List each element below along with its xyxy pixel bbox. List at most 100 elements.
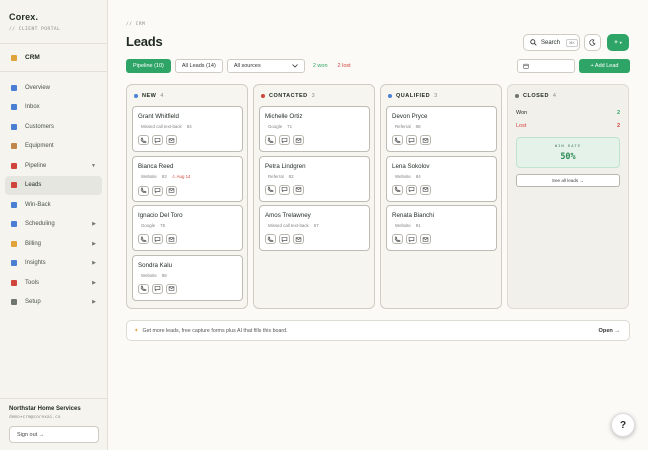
lead-source: Missed call text-back — [141, 124, 182, 129]
call-button[interactable] — [138, 185, 149, 196]
sidebar-item-label: Pipeline — [25, 162, 47, 169]
lead-meta: Referral 88 — [392, 124, 491, 129]
email-button[interactable] — [166, 234, 177, 244]
text-button[interactable] — [406, 184, 417, 195]
source-select[interactable]: All sources — [226, 59, 305, 73]
email-button[interactable] — [420, 184, 431, 195]
call-button[interactable] — [265, 234, 276, 244]
call-button[interactable] — [138, 234, 149, 244]
theme-toggle-button[interactable] — [584, 34, 601, 51]
help-button[interactable]: ? — [611, 413, 635, 437]
text-button[interactable] — [406, 234, 417, 244]
refresh-icon — [11, 201, 17, 208]
pipeline-board: NEW 4 Grant Whitfield Missed call text-back… — [126, 84, 629, 309]
text-button[interactable] — [152, 283, 163, 294]
phone-icon — [140, 236, 147, 242]
email-button[interactable] — [293, 135, 304, 145]
text-button[interactable] — [152, 135, 163, 145]
chat-icon — [281, 236, 288, 242]
sidebar-item-win-back[interactable]: Win-Back — [0, 195, 102, 215]
text-button[interactable] — [152, 234, 163, 244]
column-count: 3 — [311, 93, 316, 99]
quick-add-button[interactable]: + ▾ — [607, 34, 629, 51]
call-button[interactable] — [265, 135, 276, 145]
email-button[interactable] — [293, 184, 304, 195]
email-button[interactable] — [420, 135, 431, 145]
text-button[interactable] — [279, 234, 290, 244]
sidebar-item-insights[interactable]: Insights ▶ — [0, 254, 102, 274]
chevron-right-icon: ▶ — [92, 221, 96, 228]
lead-card[interactable]: Amos Trelawney Missed call text-back 67 — [259, 205, 370, 251]
lost-row[interactable]: Lost 2 — [513, 119, 623, 132]
lead-meta: Website 84 — [392, 174, 491, 179]
lead-meta: Google 71 — [265, 124, 364, 129]
text-button[interactable] — [279, 184, 290, 195]
lead-card[interactable]: Devon Pryce Referral 88 — [386, 106, 497, 152]
email-button[interactable] — [166, 283, 177, 294]
tab-pipeline[interactable]: Pipeline (10) — [126, 59, 171, 73]
lead-score: 67 — [313, 223, 319, 228]
call-button[interactable] — [392, 135, 403, 145]
sign-out-button[interactable]: Sign out → — [9, 426, 99, 443]
call-button[interactable] — [138, 135, 149, 145]
email-button[interactable] — [166, 185, 177, 196]
lead-card[interactable]: Lena Sokolov Website 84 — [386, 155, 497, 202]
column-count: 3 — [434, 93, 438, 99]
email-button[interactable] — [293, 234, 304, 244]
banner-open-link[interactable]: Open → — [599, 328, 620, 334]
email-button[interactable] — [166, 135, 177, 145]
text-button[interactable] — [406, 135, 417, 145]
sidebar-item-customers[interactable]: Customers — [0, 117, 102, 137]
tab-all-leads[interactable]: All Leads (14) — [174, 59, 223, 73]
call-button[interactable] — [265, 184, 276, 195]
lead-card[interactable]: Bianca Reed Website 93 ⚠ Aug 14 — [132, 155, 243, 202]
phone-icon — [140, 187, 147, 193]
date-picker[interactable] — [517, 59, 575, 73]
call-button[interactable] — [138, 283, 149, 294]
org-name: Northstar Home Services — [9, 406, 81, 412]
crm-section-header[interactable]: CRM — [0, 44, 107, 72]
text-button[interactable] — [152, 185, 163, 196]
lead-card[interactable]: Sondra Kalu Website 98 — [132, 254, 243, 301]
lead-source: Website — [141, 272, 157, 278]
sidebar-item-setup[interactable]: Setup ▶ — [0, 293, 102, 313]
target-icon — [11, 182, 17, 189]
banner-text: Get more leads, free capture forms plus … — [142, 327, 288, 334]
wrench-icon — [11, 143, 17, 150]
sidebar-item-label: Tools — [25, 279, 40, 286]
column-count: 4 — [552, 93, 557, 99]
lead-card[interactable]: Michelle Ortiz Google 71 — [259, 106, 370, 152]
sidebar-item-leads[interactable]: Leads — [5, 175, 102, 195]
bar-chart-icon — [11, 84, 17, 91]
lead-card[interactable]: Petra Lindgren Referral 82 — [259, 155, 370, 202]
call-button[interactable] — [392, 234, 403, 244]
lead-card[interactable]: Renata Bianchi Website 91 — [386, 205, 497, 251]
text-button[interactable] — [279, 135, 290, 145]
add-lead-button[interactable]: + Add Lead — [579, 59, 630, 73]
mail-icon — [422, 137, 429, 143]
column-title: CLOSED — [523, 93, 549, 99]
money-icon — [11, 240, 17, 247]
lead-name: Lena Sokolov — [392, 162, 430, 170]
sidebar-item-billing[interactable]: Billing ▶ — [0, 234, 102, 254]
lead-card[interactable]: Grant Whitfield Missed call text-back 84 — [132, 106, 243, 152]
see-all-leads-button[interactable]: See all leads → — [516, 174, 620, 187]
card-actions — [265, 135, 364, 145]
chat-icon — [281, 187, 288, 193]
sidebar-item-overview[interactable]: Overview — [0, 78, 102, 98]
call-button[interactable] — [392, 184, 403, 195]
lead-name: Amos Trelawney — [265, 212, 311, 219]
lead-card[interactable]: Ignacio Del Toro Google 75 — [132, 205, 243, 251]
sidebar-item-pipeline[interactable]: Pipeline ▼ — [0, 156, 102, 176]
lead-score: 84 — [186, 124, 192, 129]
won-row[interactable]: Won 2 — [513, 106, 623, 119]
search-button[interactable]: Search ⌘K — [523, 34, 580, 51]
email-button[interactable] — [420, 234, 431, 244]
sidebar-item-equipment[interactable]: Equipment — [0, 137, 102, 157]
sidebar-item-label: Win-Back — [25, 201, 51, 208]
sidebar-item-tools[interactable]: Tools ▶ — [0, 273, 102, 293]
chat-icon — [154, 286, 161, 292]
brand-subtitle: // CLIENT PORTAL — [9, 27, 61, 32]
sidebar-item-inbox[interactable]: Inbox — [0, 98, 102, 118]
sidebar-item-scheduling[interactable]: Scheduling ▶ — [0, 215, 102, 235]
